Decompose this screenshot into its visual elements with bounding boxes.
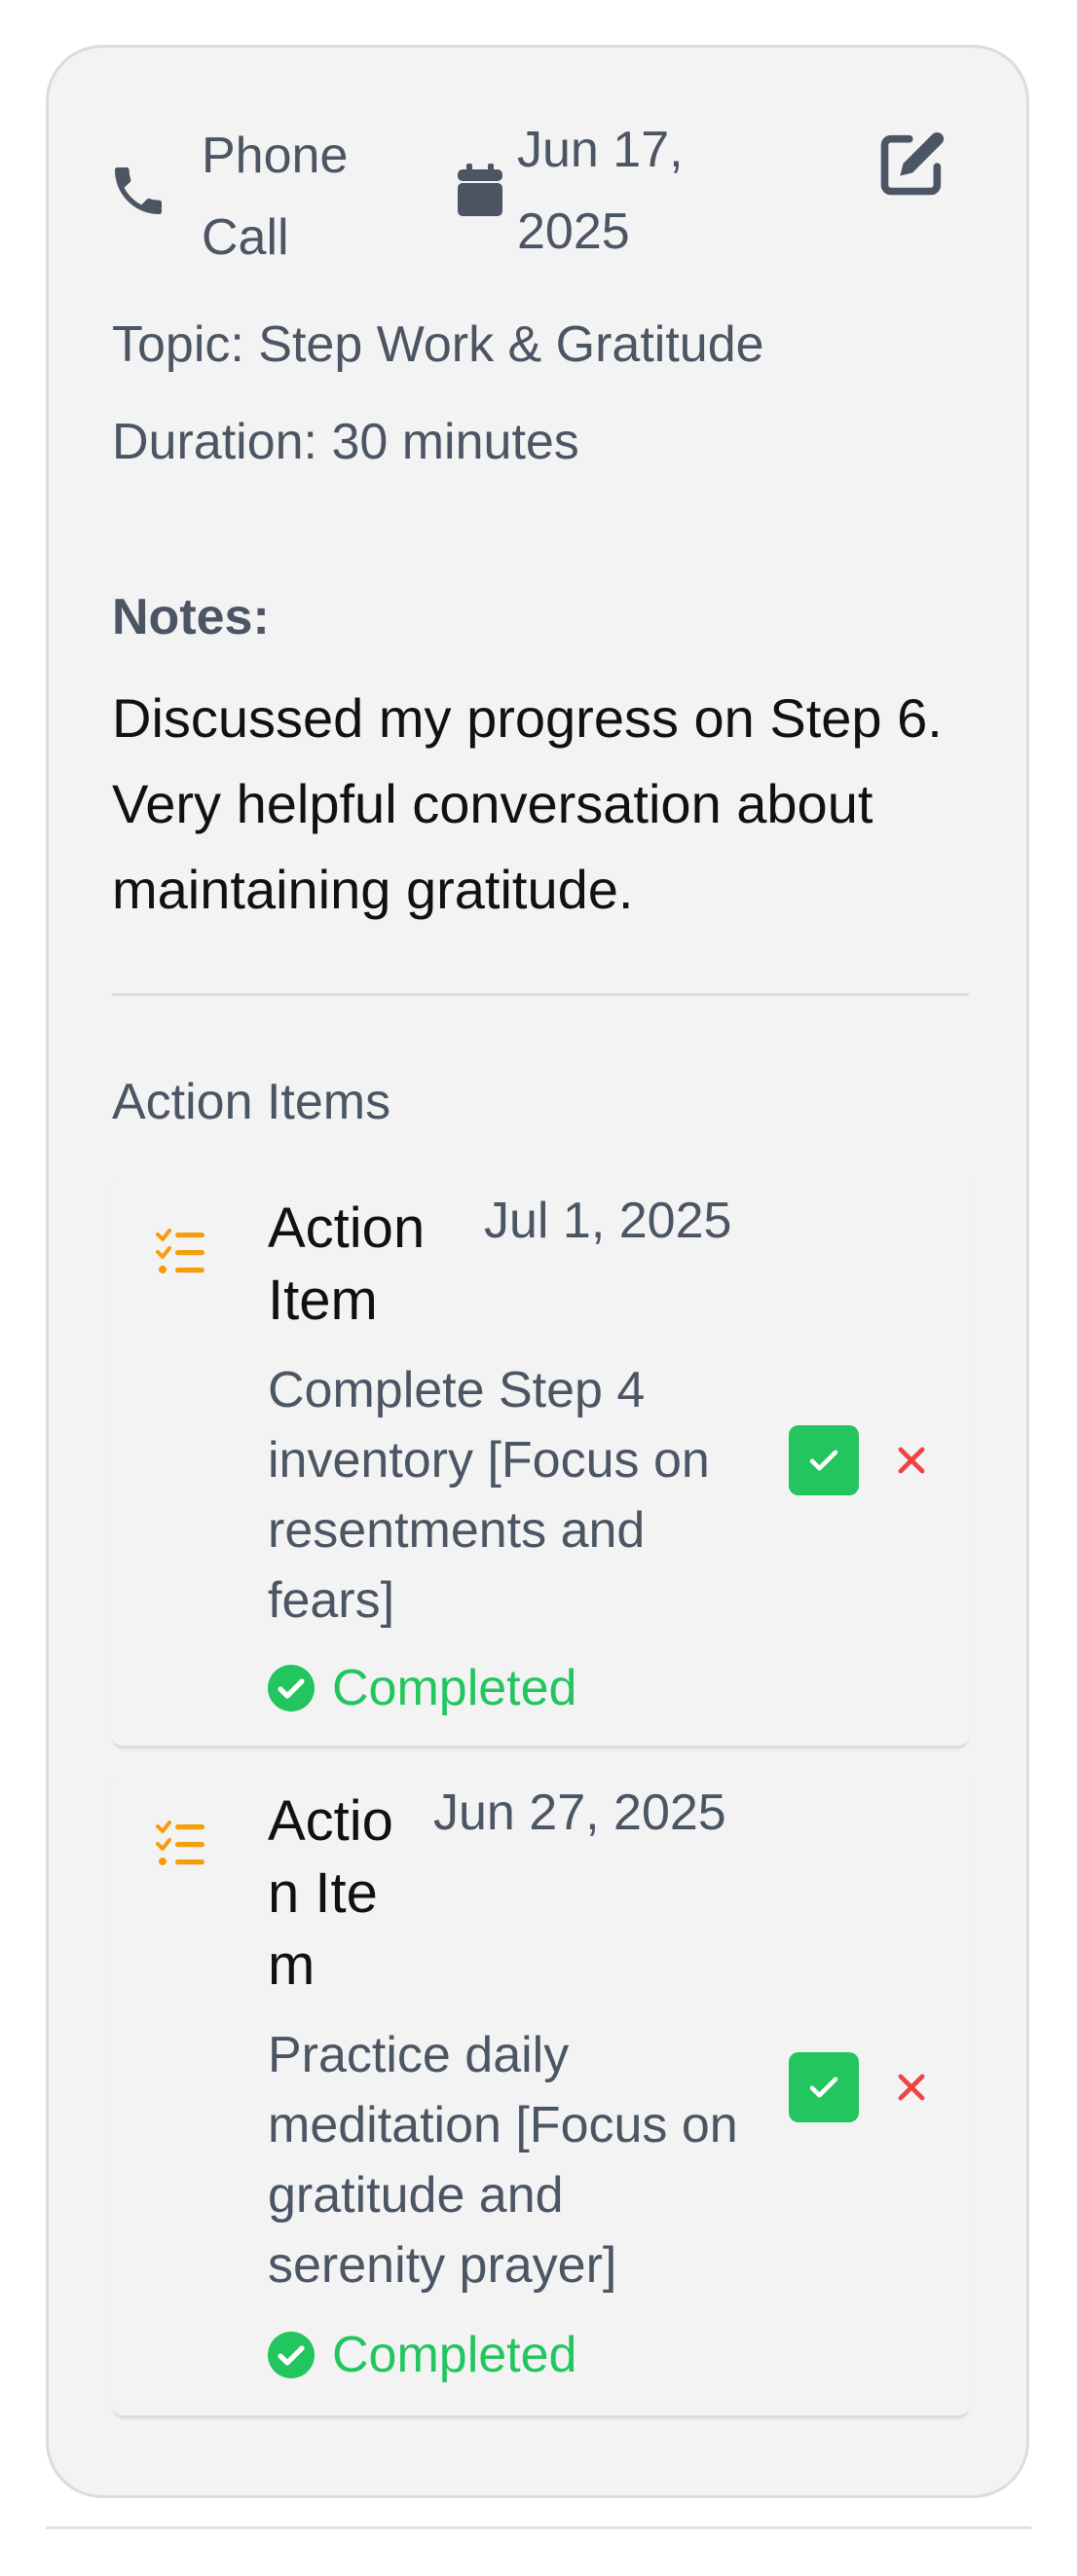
- action-item-description: Practice daily meditation [Focus on grat…: [268, 2027, 738, 2294]
- meeting-topic: Topic: Step Work & Gratitude: [112, 316, 764, 373]
- meeting-date: Jun 17, 2025: [517, 122, 684, 260]
- action-item-description: Complete Step 4 inventory [Focus on rese…: [268, 1362, 710, 1629]
- check-circle-icon: [268, 1665, 315, 1711]
- meeting-duration: Duration: 30 minutes: [112, 414, 579, 470]
- calendar-icon: [458, 164, 502, 216]
- status-label: Completed: [332, 2327, 577, 2383]
- status-label: Completed: [332, 1660, 577, 1716]
- delete-button[interactable]: [884, 1433, 939, 1488]
- complete-button[interactable]: [789, 2052, 859, 2122]
- bottom-divider: [46, 2526, 1031, 2529]
- close-icon: [898, 1447, 925, 1474]
- list-check-icon: [154, 1225, 208, 1279]
- action-item-title: Action Item: [268, 1789, 393, 1997]
- edit-icon: [880, 131, 945, 196]
- action-items-heading: Action Items: [112, 1074, 391, 1130]
- check-icon: [809, 1450, 838, 1471]
- notes-text: Discussed my progress on Step 6. Very he…: [112, 687, 943, 920]
- check-icon: [809, 2077, 838, 2098]
- action-item-title: Action Item: [268, 1196, 426, 1332]
- status-badge: Completed: [268, 2320, 576, 2390]
- close-icon: [898, 2074, 925, 2101]
- meeting-type: Phone Call: [202, 128, 349, 266]
- edit-button[interactable]: [872, 123, 953, 204]
- check-circle-icon: [268, 2332, 315, 2378]
- divider: [112, 993, 969, 996]
- list-check-icon: [154, 1817, 208, 1871]
- action-item-date: Jun 27, 2025: [433, 1785, 726, 1841]
- complete-button[interactable]: [789, 1425, 859, 1495]
- notes-label: Notes:: [112, 589, 270, 645]
- status-badge: Completed: [268, 1653, 576, 1723]
- delete-button[interactable]: [884, 2060, 939, 2115]
- action-item-date: Jul 1, 2025: [484, 1193, 732, 1249]
- phone-icon: [107, 160, 169, 222]
